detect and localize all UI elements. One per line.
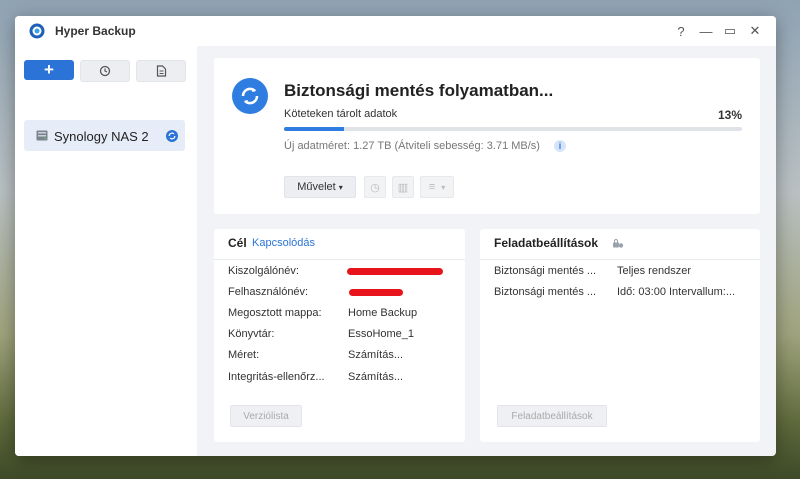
target-card: Cél Kapcsolódás Kiszolgálónév: Felhaszná… <box>214 229 465 442</box>
hyper-backup-app-icon <box>29 23 45 39</box>
card-divider <box>480 259 760 260</box>
server-name-label: Kiszolgálónév: <box>228 265 299 277</box>
window-title: Hyper Backup <box>55 24 136 38</box>
progress-percent: 13% <box>717 108 742 122</box>
more-menu-button[interactable]: ≡ ▾ <box>420 176 454 198</box>
task-settings-title: Feladatbeállítások <box>494 236 599 250</box>
redaction-mark <box>349 289 403 296</box>
backup-schedule-label: Biztonsági mentés ... <box>494 286 597 298</box>
size-value: Számítás... <box>348 349 404 361</box>
sidebar: + Synology NAS 2 <box>15 46 197 456</box>
restore-button[interactable] <box>80 60 130 82</box>
directory-label: Könyvtár: <box>228 328 275 340</box>
task-settings-button[interactable]: Feladatbeállítások <box>497 405 607 427</box>
add-task-button[interactable]: + <box>24 60 74 80</box>
caret-down-icon: ▾ <box>338 182 343 192</box>
caret-down-icon: ▾ <box>441 182 446 192</box>
task-item-label: Synology NAS 2 <box>54 129 149 144</box>
log-icon <box>156 65 166 77</box>
backup-in-progress-icon <box>232 78 268 114</box>
backup-type-value: Teljes rendszer <box>617 265 691 277</box>
clock-icon: ◷ <box>370 181 380 194</box>
redaction-mark <box>347 268 443 275</box>
task-settings-card: Feladatbeállítások Biztonsági mentés ...… <box>480 229 760 442</box>
action-label: Művelet <box>297 181 336 193</box>
card-divider <box>214 259 465 260</box>
schedule-button[interactable]: ◷ <box>364 176 386 198</box>
progress-bar-fill <box>284 127 344 131</box>
backup-status-panel: Biztonsági mentés folyamatban... Kötetek… <box>214 58 760 214</box>
directory-value: EssoHome_1 <box>348 328 415 340</box>
integrity-check-value: Számítás... <box>348 371 404 383</box>
task-item-synology-nas-2[interactable]: Synology NAS 2 <box>24 120 185 151</box>
hyper-backup-window: Hyper Backup ? — ▭ ✕ + Synology NAS 2 Bi… <box>15 16 776 456</box>
backup-type-label: Biztonsági mentés ... <box>494 265 597 277</box>
minimize-button[interactable]: — <box>696 21 716 41</box>
version-list-button[interactable]: Verziólista <box>230 405 302 427</box>
info-icon[interactable]: i <box>554 140 566 152</box>
source-label: Köteteken tárolt adatok <box>284 108 398 120</box>
target-card-title: Cél <box>228 236 247 250</box>
backup-log-button[interactable] <box>136 60 186 82</box>
help-button[interactable]: ? <box>671 21 691 41</box>
transfer-detail: Új adatméret: 1.27 TB (Átviteli sebesség… <box>284 140 540 152</box>
history-icon <box>99 65 111 77</box>
sync-status-icon <box>166 130 178 142</box>
username-label: Felhasználónév: <box>228 286 309 298</box>
shared-folder-label: Megosztott mappa: <box>228 307 322 319</box>
list-icon: ≡ <box>428 181 436 193</box>
shared-folder-value: Home Backup <box>348 307 418 319</box>
integrity-check-label: Integritás-ellenőrz... <box>228 371 325 383</box>
statistics-button[interactable]: ▥ <box>392 176 414 198</box>
close-button[interactable]: ✕ <box>745 21 765 41</box>
backup-schedule-value: Idő: 03:00 Intervallum:... <box>617 286 736 298</box>
action-dropdown-button[interactable]: Művelet ▾ <box>284 176 356 198</box>
lock-settings-icon[interactable] <box>612 238 624 252</box>
nas-icon <box>36 130 48 141</box>
size-label: Méret: <box>228 349 260 361</box>
connect-link[interactable]: Kapcsolódás <box>252 237 315 249</box>
progress-bar <box>284 127 742 131</box>
maximize-button[interactable]: ▭ <box>720 21 740 41</box>
bar-chart-icon: ▥ <box>397 181 409 194</box>
status-title: Biztonsági mentés folyamatban... <box>284 81 554 100</box>
title-bar: Hyper Backup ? — ▭ ✕ <box>15 16 776 46</box>
